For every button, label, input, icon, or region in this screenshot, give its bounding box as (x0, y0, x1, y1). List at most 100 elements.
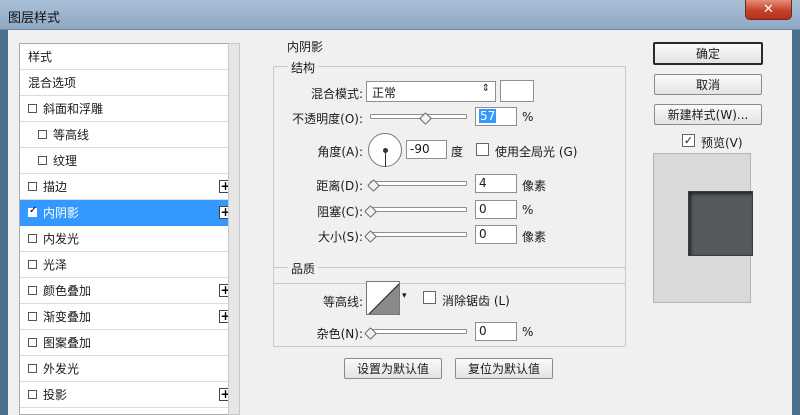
shadow-color-swatch[interactable] (500, 80, 534, 102)
distance-input[interactable]: 4 (475, 174, 517, 193)
style-checkbox[interactable] (28, 364, 37, 373)
style-list-item-label: 内发光 (43, 232, 80, 246)
noise-value: 0 (479, 324, 487, 338)
noise-slider[interactable] (370, 329, 467, 334)
style-checkbox[interactable] (28, 390, 37, 399)
cancel-button[interactable]: 取消 (654, 74, 762, 95)
structure-title: 结构 (288, 59, 319, 76)
distance-slider[interactable] (370, 181, 467, 186)
style-list-item[interactable]: 样式 (20, 44, 238, 70)
make-default-label: 设置为默认值 (356, 362, 429, 376)
style-checkbox[interactable] (28, 338, 37, 347)
size-unit: 像素 (522, 230, 547, 244)
global-light-label: 使用全局光 (G) (495, 145, 578, 159)
angle-value: -90 (410, 142, 430, 156)
angle-input[interactable]: -90 (406, 140, 447, 159)
layer-style-list: 样式混合选项斜面和浮雕等高线纹理描边 + ✓ 内阴影 + 内发光光泽 颜色叠加 + 渐变叠加 + 图… (19, 43, 239, 415)
style-list-item-label: 渐变叠加 (43, 310, 92, 324)
angle-dial[interactable] (368, 133, 402, 167)
contour-picker[interactable] (366, 281, 400, 315)
opacity-input[interactable]: 57 (475, 107, 517, 126)
anti-alias-checkbox[interactable] (423, 291, 436, 304)
style-list-item-label: 样式 (28, 50, 53, 64)
style-list-item[interactable]: 描边 + (20, 174, 238, 200)
style-list-item[interactable]: 图案叠加 (20, 330, 238, 356)
opacity-value: 57 (479, 109, 497, 123)
style-list-item[interactable]: 混合选项 (20, 70, 238, 96)
style-list-item-label: 纹理 (53, 154, 78, 168)
style-list-item-label: 外发光 (43, 362, 80, 376)
ok-button[interactable]: 确定 (653, 42, 763, 65)
anti-alias-label: 消除锯齿 (L) (442, 294, 510, 308)
new-style-button[interactable]: 新建样式(W)... (654, 104, 762, 125)
reset-default-button[interactable]: 复位为默认值 (455, 358, 553, 379)
close-icon: ✕ (763, 2, 774, 17)
style-list-item[interactable]: 光泽 (20, 252, 238, 278)
angle-dial-center (383, 148, 388, 153)
noise-label: 杂色(N): (316, 327, 363, 341)
distance-label: 距离(D): (316, 179, 363, 193)
close-button[interactable]: ✕ (745, 0, 792, 20)
choke-label: 阻塞(C): (317, 205, 363, 219)
style-list-item-label: 混合选项 (28, 76, 77, 90)
style-list-item[interactable]: 内发光 (20, 226, 238, 252)
global-light-checkbox[interactable] (476, 143, 489, 156)
choke-unit: % (522, 203, 534, 217)
distance-unit: 像素 (522, 179, 547, 193)
opacity-label: 不透明度(O): (292, 112, 363, 126)
style-checkbox[interactable] (28, 234, 37, 243)
style-list-item[interactable]: 纹理 (20, 148, 238, 174)
style-list-item[interactable]: 等高线 (20, 122, 238, 148)
size-value: 0 (479, 227, 487, 241)
preview-swatch (688, 191, 753, 256)
quality-title: 品质 (288, 260, 319, 277)
blend-mode-value: 正常 (372, 86, 397, 100)
style-checkbox[interactable] (38, 156, 47, 165)
style-list-item-label: 投影 (43, 388, 68, 402)
check-icon: ✓ (683, 134, 694, 147)
style-list-item[interactable]: 外发光 (20, 356, 238, 382)
window-title: 图层样式 (8, 11, 61, 26)
style-list-item[interactable]: 投影 + (20, 382, 238, 408)
new-style-label: 新建样式(W)... (667, 108, 749, 122)
style-checkbox[interactable] (28, 182, 37, 191)
style-list-item[interactable]: 斜面和浮雕 (20, 96, 238, 122)
blend-mode-select[interactable]: 正常 ⇕ (366, 81, 496, 102)
size-input[interactable]: 0 (475, 225, 517, 244)
choke-input[interactable]: 0 (475, 200, 517, 219)
noise-input[interactable]: 0 (475, 322, 517, 341)
contour-label: 等高线: (322, 295, 363, 309)
noise-unit: % (522, 325, 534, 339)
ok-label: 确定 (695, 47, 720, 61)
angle-unit: 度 (451, 145, 464, 159)
style-checkbox[interactable] (38, 130, 47, 139)
style-checkbox[interactable] (28, 312, 37, 321)
opacity-unit: % (522, 110, 534, 124)
style-checkbox[interactable] (28, 104, 37, 113)
style-list-item[interactable]: 颜色叠加 + (20, 278, 238, 304)
check-icon: ✓ (29, 205, 38, 216)
make-default-button[interactable]: 设置为默认值 (344, 358, 442, 379)
contour-linear-icon (368, 283, 399, 314)
style-list-item-label: 斜面和浮雕 (43, 102, 104, 116)
reset-default-label: 复位为默认值 (467, 362, 540, 376)
preview-checkbox[interactable]: ✓ (682, 134, 695, 147)
size-slider[interactable] (370, 232, 467, 237)
style-list-item[interactable]: 渐变叠加 + (20, 304, 238, 330)
style-list-item[interactable]: ✓ 内阴影 + (20, 200, 238, 226)
distance-value: 4 (479, 176, 487, 190)
size-label: 大小(S): (317, 230, 363, 244)
contour-dropdown-icon[interactable]: ▾ (402, 291, 407, 301)
cancel-label: 取消 (695, 78, 720, 92)
style-list-item-label: 等高线 (53, 128, 90, 142)
choke-slider[interactable] (370, 207, 467, 212)
style-checkbox[interactable] (28, 286, 37, 295)
style-checkbox[interactable]: ✓ (28, 205, 38, 217)
choke-value: 0 (479, 202, 487, 216)
dialog-body: 样式混合选项斜面和浮雕等高线纹理描边 + ✓ 内阴影 + 内发光光泽 颜色叠加 + 渐变叠加 + 图… (8, 30, 792, 415)
section-title: 内阴影 (284, 38, 327, 55)
list-scrollbar[interactable] (228, 43, 240, 415)
angle-label: 角度(A): (317, 145, 363, 159)
preview-label: 预览(V) (701, 136, 743, 150)
style-checkbox[interactable] (28, 260, 37, 269)
